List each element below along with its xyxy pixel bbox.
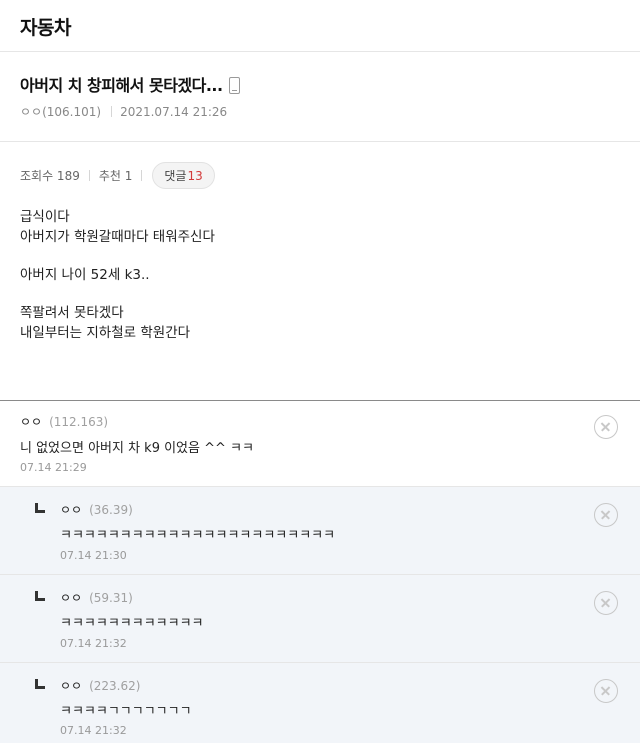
body-line: 내일부터는 지하철로 학원간다 bbox=[20, 325, 191, 341]
comment-ip: (112.163) bbox=[49, 415, 109, 429]
reply-arrow-icon bbox=[35, 503, 45, 513]
divider bbox=[141, 169, 143, 181]
comment-author: ㅇㅇ (112.163) bbox=[20, 413, 108, 430]
circle-x-icon[interactable] bbox=[594, 415, 618, 439]
view-count: 조회수 189 bbox=[20, 168, 80, 183]
comment-ip: (223.62) bbox=[89, 679, 141, 693]
post-stats: 조회수 189 추천 1 댓글13 bbox=[20, 161, 215, 189]
comment-date: 07.14 21:32 bbox=[60, 637, 127, 650]
comment-author: ㅇㅇ (59.31) bbox=[60, 589, 133, 606]
reply-arrow-icon bbox=[35, 679, 45, 689]
comment-nickname[interactable]: ㅇㅇ bbox=[60, 503, 82, 517]
circle-x-icon[interactable] bbox=[594, 503, 618, 527]
comment-date: 07.14 21:30 bbox=[60, 549, 127, 562]
post-datetime: 2021.07.14 21:26 bbox=[120, 105, 228, 119]
post-title: 아버지 치 창피해서 못타겠다... bbox=[20, 72, 240, 96]
divider bbox=[88, 169, 90, 181]
comment-author: ㅇㅇ (223.62) bbox=[60, 677, 140, 694]
post-meta: ㅇㅇ(106.101) 2021.07.14 21:26 bbox=[20, 103, 227, 120]
recommend-count: 추천 1 bbox=[98, 168, 133, 183]
post-header: 아버지 치 창피해서 못타겠다... ㅇㅇ(106.101) 2021.07.14… bbox=[0, 52, 640, 142]
comment-text: 니 없었으면 아버지 차 k9 이었음 ^^ ㅋㅋ bbox=[20, 441, 254, 456]
post-author[interactable]: ㅇㅇ(106.101) bbox=[20, 105, 101, 119]
comment-text: ㅋㅋㅋㅋㄱㄱㄱㄱㄱㄱㄱ bbox=[60, 704, 192, 719]
circle-x-icon[interactable] bbox=[594, 591, 618, 615]
body-line: 쪽팔려서 못타겠다 bbox=[20, 305, 124, 321]
comment-nickname[interactable]: ㅇㅇ bbox=[60, 591, 82, 605]
comment-date: 07.14 21:32 bbox=[60, 724, 127, 737]
comment-nickname[interactable]: ㅇㅇ bbox=[20, 415, 42, 429]
reply-item: ㅇㅇ (59.31) ㅋㅋㅋㅋㅋㅋㅋㅋㅋㅋㅋㅋ 07.14 21:32 bbox=[0, 575, 640, 663]
comment-count: 13 bbox=[187, 168, 203, 183]
board-header: 자동차 bbox=[0, 0, 640, 52]
comment-count-button[interactable]: 댓글13 bbox=[152, 161, 215, 189]
comment-label: 댓글 bbox=[164, 168, 187, 183]
comment-ip: (59.31) bbox=[89, 591, 133, 605]
comment-date: 07.14 21:29 bbox=[20, 461, 87, 474]
reply-item: ㅇㅇ (223.62) ㅋㅋㅋㅋㄱㄱㄱㄱㄱㄱㄱ 07.14 21:32 bbox=[0, 663, 640, 743]
reply-item: ㅇㅇ (36.39) ㅋㅋㅋㅋㅋㅋㅋㅋㅋㅋㅋㅋㅋㅋㅋㅋㅋㅋㅋㅋㅋㅋㅋ 07.14 … bbox=[0, 487, 640, 575]
body-line: 아버지가 학원갈때마다 태워주신다 bbox=[20, 229, 215, 245]
comment-text: ㅋㅋㅋㅋㅋㅋㅋㅋㅋㅋㅋㅋ bbox=[60, 616, 204, 631]
reply-arrow-icon bbox=[35, 591, 45, 601]
comment-nickname[interactable]: ㅇㅇ bbox=[60, 679, 82, 693]
post-title-text: 아버지 치 창피해서 못타겠다... bbox=[20, 76, 223, 95]
comment-ip: (36.39) bbox=[89, 503, 133, 517]
body-line: 아버지 나이 52세 k3.. bbox=[20, 267, 150, 283]
mobile-phone-icon bbox=[228, 77, 240, 94]
comment-item: ㅇㅇ (112.163) 니 없었으면 아버지 차 k9 이었음 ^^ ㅋㅋ 07… bbox=[0, 401, 640, 487]
comment-author: ㅇㅇ (36.39) bbox=[60, 501, 133, 518]
post-body: 급식이다 아버지가 학원갈때마다 태워주신다 아버지 나이 52세 k3.. 쪽… bbox=[20, 207, 215, 343]
circle-x-icon[interactable] bbox=[594, 679, 618, 703]
divider bbox=[111, 106, 113, 117]
board-title[interactable]: 자동차 bbox=[20, 13, 71, 40]
body-line: 급식이다 bbox=[20, 209, 70, 225]
comment-text: ㅋㅋㅋㅋㅋㅋㅋㅋㅋㅋㅋㅋㅋㅋㅋㅋㅋㅋㅋㅋㅋㅋㅋ bbox=[60, 528, 336, 543]
